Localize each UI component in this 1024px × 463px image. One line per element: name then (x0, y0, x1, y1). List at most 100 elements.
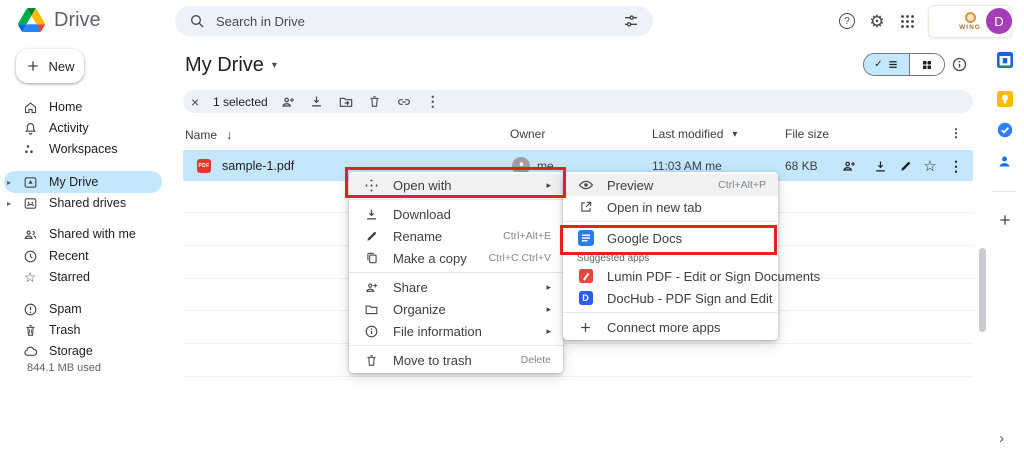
menu-divider (563, 221, 778, 222)
menu-item-download[interactable]: Download (349, 203, 563, 225)
plus-icon (997, 212, 1013, 228)
chevron-down-icon: ▾ (732, 129, 737, 140)
column-header-size[interactable]: File size (785, 127, 829, 141)
submenu-arrow-icon: ▸ (546, 180, 551, 191)
menu-item-move-to-trash[interactable]: Move to trash Delete (349, 349, 563, 371)
drive-logo-icon (18, 8, 45, 32)
scrollbar-thumb[interactable] (979, 248, 986, 332)
help-button[interactable]: ? (836, 10, 858, 32)
show-side-panel-button[interactable]: › (999, 430, 1004, 447)
list-view-button[interactable]: ✓ (864, 54, 909, 75)
column-header-owner[interactable]: Owner (510, 127, 545, 141)
column-header-modified[interactable]: Last modified ▾ (652, 127, 737, 141)
my-drive-icon (22, 174, 38, 190)
dochub-icon: D (577, 291, 594, 305)
submenu-item-dochub[interactable]: D DocHub - PDF Sign and Edit (563, 287, 778, 309)
details-info-button[interactable] (951, 56, 968, 73)
sidebar-item-my-drive[interactable]: ▸ My Drive (4, 171, 162, 193)
sidebar-item-starred[interactable]: ☆ Starred (4, 266, 162, 288)
new-button[interactable]: New (16, 49, 84, 83)
search-input[interactable]: Search in Drive (216, 14, 612, 29)
more-vert-icon[interactable]: ⋮ (425, 94, 441, 110)
tasks-icon[interactable] (996, 121, 1013, 138)
more-vert-icon[interactable]: ⋮ (950, 126, 962, 140)
suggested-apps-label: Suggested apps (563, 251, 778, 265)
open-in-new-icon (577, 200, 594, 214)
row-divider (183, 376, 973, 377)
new-button-label: New (48, 59, 74, 74)
menu-divider (563, 312, 778, 313)
google-docs-icon (577, 230, 594, 246)
menu-item-file-information[interactable]: File information ▸ (349, 320, 563, 342)
file-name: sample-1.pdf (222, 150, 294, 181)
account-avatar[interactable]: D (986, 8, 1012, 34)
plus-icon (577, 320, 594, 335)
clear-selection-button[interactable]: × (191, 95, 204, 109)
sort-arrow-icon[interactable]: ↓ (226, 127, 233, 142)
drive-logo[interactable]: Drive (18, 8, 101, 32)
check-icon: ✓ (874, 59, 882, 70)
menu-item-make-a-copy[interactable]: Make a copy Ctrl+C Ctrl+V (349, 247, 563, 269)
sidebar-item-spam[interactable]: Spam (4, 298, 162, 320)
menu-divider (349, 272, 563, 273)
apps-grid-button[interactable] (896, 10, 918, 32)
sidebar-item-recent[interactable]: Recent (4, 245, 162, 267)
sidebar-item-storage[interactable]: Storage (4, 340, 162, 362)
sidebar-item-home[interactable]: Home (4, 96, 162, 118)
grid-view-button[interactable] (909, 54, 944, 75)
calendar-icon[interactable] (996, 51, 1013, 68)
submenu-arrow-icon: ▸ (546, 304, 551, 315)
star-icon[interactable]: ☆ (922, 158, 938, 174)
context-menu: Open with ▸ Download Rename Ctrl+Alt+E M… (349, 172, 563, 373)
submenu-arrow-icon: ▸ (546, 282, 551, 293)
star-icon: ☆ (22, 269, 38, 285)
brand-text: WING (959, 24, 981, 31)
more-vert-icon[interactable]: ⋮ (948, 158, 964, 174)
submenu-item-open-in-new-tab[interactable]: Open in new tab (563, 196, 778, 218)
settings-button[interactable]: ⚙ (866, 10, 888, 32)
selection-toolbar: × 1 selected ⋮ (183, 90, 973, 113)
person-add-icon[interactable] (280, 94, 296, 110)
submenu-item-lumin-pdf[interactable]: Lumin PDF - Edit or Sign Documents (563, 265, 778, 287)
rename-pencil-icon (363, 229, 380, 243)
expand-caret-icon[interactable]: ▸ (7, 178, 11, 187)
submenu-arrow-icon: ▸ (546, 326, 551, 337)
spam-icon (22, 301, 38, 317)
expand-caret-icon[interactable]: ▸ (7, 199, 11, 208)
get-addons-button[interactable] (996, 211, 1013, 228)
search-icon (189, 13, 205, 29)
search-bar[interactable]: Search in Drive (175, 6, 653, 36)
info-icon (363, 324, 380, 339)
sidebar-item-shared-with-me[interactable]: Shared with me (4, 223, 162, 245)
submenu-item-preview[interactable]: Preview Ctrl+Alt+P (563, 174, 778, 196)
row-divider (183, 343, 973, 344)
submenu-item-connect-more-apps[interactable]: Connect more apps (563, 316, 778, 338)
folder-icon (363, 302, 380, 317)
person-add-icon[interactable] (841, 158, 857, 174)
column-header-name[interactable]: Name ↓ (185, 127, 233, 142)
sidebar-item-shared-drives[interactable]: ▸ Shared drives (4, 192, 162, 214)
brand-emblem-icon (965, 12, 976, 23)
search-filters-icon[interactable] (623, 13, 639, 29)
keep-icon[interactable] (996, 90, 1013, 107)
trash-icon (22, 322, 38, 338)
sidebar-item-trash[interactable]: Trash (4, 319, 162, 341)
menu-item-open-with[interactable]: Open with ▸ (349, 174, 563, 196)
menu-item-organize[interactable]: Organize ▸ (349, 298, 563, 320)
menu-divider (349, 199, 563, 200)
page-title[interactable]: My Drive ▾ (185, 54, 277, 77)
download-icon[interactable] (309, 94, 325, 110)
trash-icon[interactable] (367, 94, 383, 110)
link-icon[interactable] (396, 94, 412, 110)
download-icon[interactable] (872, 158, 888, 174)
folder-move-icon[interactable] (338, 94, 354, 110)
contacts-icon[interactable] (996, 153, 1013, 170)
grid-view-icon (921, 59, 933, 71)
shortcut-label: Ctrl+Alt+E (503, 230, 551, 242)
menu-item-rename[interactable]: Rename Ctrl+Alt+E (349, 225, 563, 247)
menu-divider (349, 345, 563, 346)
rename-pencil-icon[interactable] (898, 158, 914, 174)
page-title-text: My Drive (185, 54, 264, 77)
submenu-item-google-docs[interactable]: Google Docs (563, 225, 778, 251)
menu-item-share[interactable]: Share ▸ (349, 276, 563, 298)
